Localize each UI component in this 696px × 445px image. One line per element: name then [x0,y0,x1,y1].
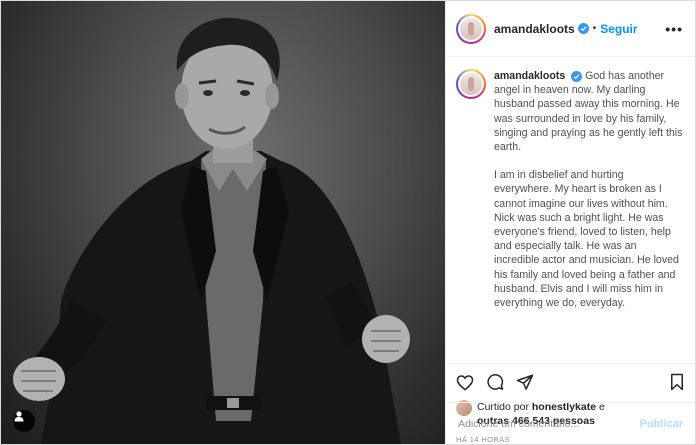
header-username[interactable]: amandakloots [494,22,575,36]
post-header: amandakloots • Seguir ••• [446,1,695,57]
publish-button[interactable]: Publicar [640,418,683,430]
post-side-panel: amandakloots • Seguir ••• amandakloots G… [445,1,695,444]
caption-text: amandakloots God has another angel in he… [494,69,683,363]
verified-badge-icon [577,23,589,34]
caption-verified-badge-icon [571,70,583,82]
comment-bar: Publicar [446,402,695,444]
caption-paragraph-2: I am in disbelief and hurting everywhere… [494,169,679,310]
avatar[interactable] [456,13,486,44]
comment-icon[interactable] [486,373,504,391]
bookmark-icon[interactable] [669,373,685,391]
comment-input[interactable] [458,417,640,430]
caption-section: amandakloots God has another angel in he… [446,57,695,364]
share-icon[interactable] [516,373,534,391]
user-tag-icon [14,411,24,422]
caption-paragraph-1: God has another angel in heaven now. My … [494,70,683,154]
post-photo[interactable] [1,1,445,444]
more-options-button[interactable]: ••• [665,21,683,37]
follow-button[interactable]: Seguir [600,22,637,36]
instagram-post-window: amandakloots • Seguir ••• amandakloots G… [0,0,696,445]
separator-dot: • [592,23,597,34]
photo-illustration [13,17,410,444]
caption-username[interactable]: amandakloots [494,70,565,82]
caption-avatar[interactable] [456,69,486,99]
action-bar [446,364,695,400]
heart-icon[interactable] [456,374,474,391]
user-tag-button[interactable] [13,410,35,432]
